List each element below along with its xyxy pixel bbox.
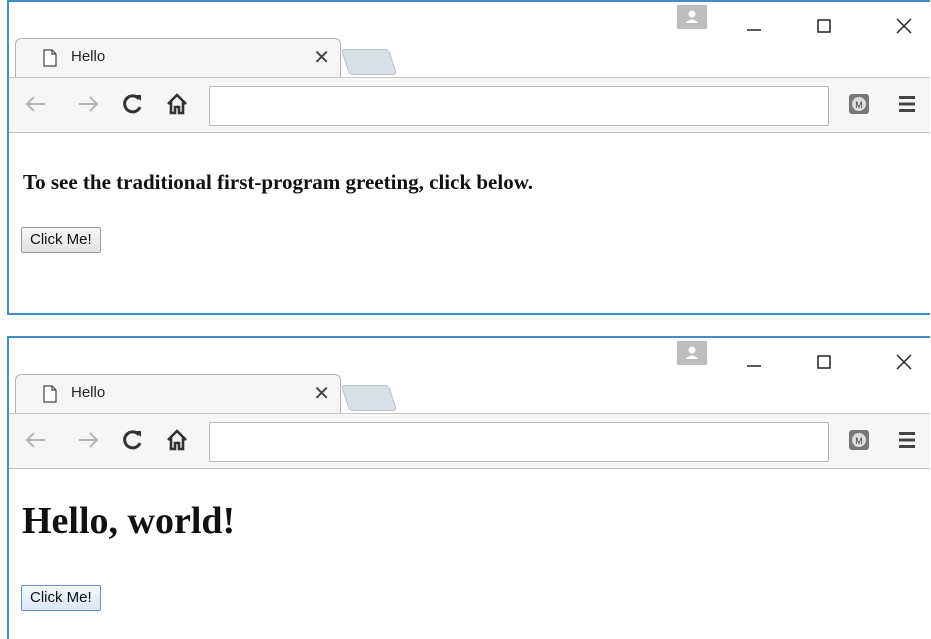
close-icon[interactable]: ✕ <box>313 45 330 69</box>
svg-text:M: M <box>855 436 863 446</box>
browser-window-before: Hello ✕ M To see the traditional first-p… <box>7 0 930 315</box>
address-bar[interactable] <box>209 86 829 126</box>
close-icon[interactable]: ✕ <box>313 381 330 405</box>
menu-icon[interactable] <box>897 94 917 114</box>
back-arrow-icon[interactable] <box>23 428 49 452</box>
click-me-button[interactable]: Click Me! <box>21 227 101 253</box>
document-icon <box>42 385 58 403</box>
maximize-icon[interactable] <box>814 16 834 36</box>
tab-title: Hello <box>71 48 106 65</box>
address-bar[interactable] <box>209 422 829 462</box>
instruction-text: To see the traditional first-program gre… <box>23 170 533 194</box>
minimize-icon[interactable] <box>744 16 764 36</box>
document-icon <box>42 49 58 67</box>
maximize-icon[interactable] <box>814 352 834 372</box>
new-tab-button[interactable] <box>340 385 398 411</box>
greeting-heading: Hello, world! <box>22 500 236 542</box>
svg-text:M: M <box>855 100 863 110</box>
close-window-icon[interactable] <box>894 352 914 372</box>
profile-icon[interactable] <box>677 341 707 365</box>
tab-title: Hello <box>71 384 106 401</box>
toolbar: M <box>9 77 930 133</box>
new-tab-button[interactable] <box>340 49 398 75</box>
title-bar <box>9 2 930 42</box>
minimize-icon[interactable] <box>744 352 764 372</box>
profile-icon[interactable] <box>677 5 707 29</box>
home-icon[interactable] <box>165 428 189 452</box>
forward-arrow-icon[interactable] <box>75 428 101 452</box>
browser-window-after: Hello ✕ M Hello, world! Click Me! <box>7 336 930 639</box>
extension-icon[interactable]: M <box>847 92 871 116</box>
back-arrow-icon[interactable] <box>23 92 49 116</box>
extension-icon[interactable]: M <box>847 428 871 452</box>
browser-tab[interactable]: Hello ✕ <box>15 38 341 78</box>
click-me-button[interactable]: Click Me! <box>21 585 101 611</box>
toolbar: M <box>9 413 930 469</box>
forward-arrow-icon[interactable] <box>75 92 101 116</box>
reload-icon[interactable] <box>121 92 145 116</box>
menu-icon[interactable] <box>897 430 917 450</box>
reload-icon[interactable] <box>121 428 145 452</box>
title-bar <box>9 338 930 378</box>
home-icon[interactable] <box>165 92 189 116</box>
close-window-icon[interactable] <box>894 16 914 36</box>
browser-tab[interactable]: Hello ✕ <box>15 374 341 414</box>
